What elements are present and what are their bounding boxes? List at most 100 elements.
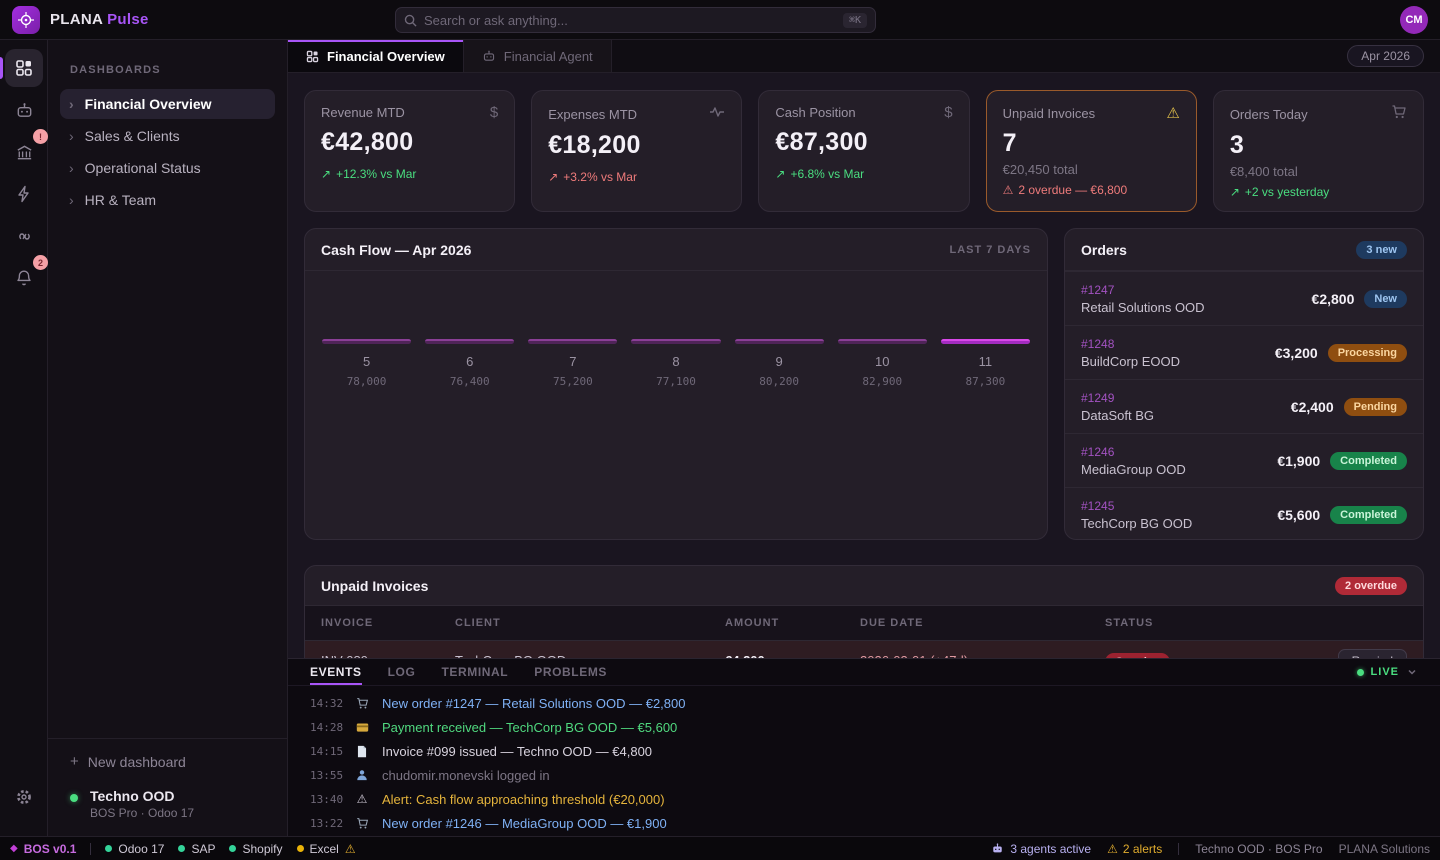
integration-odoo[interactable]: Odoo 17 xyxy=(105,842,164,856)
activity-icon xyxy=(709,104,725,124)
trend-up-icon: ↗ xyxy=(321,167,331,181)
kpi-value: 7 xyxy=(1003,129,1180,158)
sidebar-footer: + New dashboard Techno OOD BOS Pro · Odo… xyxy=(48,726,287,836)
rail-item-notifications[interactable]: 2 xyxy=(5,259,43,297)
kpi-subtitle: €20,450 total xyxy=(1003,162,1180,177)
rail-item-dashboards[interactable] xyxy=(5,49,43,87)
chart-column: 9 80,200 xyxy=(728,339,831,388)
order-row[interactable]: #1245 TechCorp BG OOD €5,600 Completed xyxy=(1065,487,1423,540)
tab-events[interactable]: EVENTS xyxy=(310,659,362,685)
chevron-right-icon: › xyxy=(69,128,74,144)
live-dot xyxy=(1357,669,1364,676)
tab-financial-overview[interactable]: Financial Overview xyxy=(288,40,464,72)
alerts-status[interactable]: ⚠ 2 alerts xyxy=(1107,842,1162,856)
avatar[interactable]: CM xyxy=(1400,6,1428,34)
rail-item-settings[interactable] xyxy=(15,788,33,806)
workspace-switcher[interactable]: Techno OOD BOS Pro · Odoo 17 xyxy=(70,788,265,820)
bos-version: ◆ BOS v0.1 xyxy=(10,842,76,856)
bar[interactable] xyxy=(735,339,824,344)
warning-icon: ⚠ xyxy=(1107,842,1118,856)
user-icon xyxy=(354,769,370,781)
tab-log[interactable]: LOG xyxy=(388,659,416,685)
chevron-down-icon xyxy=(1406,666,1418,678)
cart-icon xyxy=(1391,104,1407,124)
rail-item-agents[interactable] xyxy=(5,91,43,129)
workspace-subtitle: BOS Pro · Odoo 17 xyxy=(90,806,194,820)
event-row[interactable]: 14:28 Payment received — TechCorp BG OOD… xyxy=(288,715,1440,739)
event-row[interactable]: 13:55 chudomir.monevski logged in xyxy=(288,763,1440,787)
order-row[interactable]: #1247 Retail Solutions OOD €2,800 New xyxy=(1065,271,1423,325)
dashboard-content: Revenue MTD $ €42,800 ↗ +12.3% vs Mar Ex… xyxy=(288,73,1440,681)
order-row[interactable]: #1249 DataSoft BG €2,400 Pending xyxy=(1065,379,1423,433)
chart-column: 7 75,200 xyxy=(521,339,624,388)
sidebar-item-financial-overview[interactable]: › Financial Overview xyxy=(60,89,275,119)
global-search[interactable]: ⌘K xyxy=(395,7,876,33)
status-badge: Processing xyxy=(1328,344,1407,362)
sidebar-item-sales-clients[interactable]: › Sales & Clients xyxy=(60,121,275,151)
sidebar-item-hr-team[interactable]: › HR & Team xyxy=(60,185,275,215)
status-badge: Completed xyxy=(1330,506,1407,524)
bar[interactable] xyxy=(838,339,927,344)
trend-up-icon: ↗ xyxy=(775,167,785,181)
warning-icon: ⚠ xyxy=(345,842,356,856)
integration-excel[interactable]: Excel ⚠ xyxy=(297,842,356,856)
kpi-delta-text: +12.3% vs Mar xyxy=(336,167,416,181)
kpi-card-orders-today: Orders Today 3 €8,400 total ↗ +2 vs yest… xyxy=(1213,90,1424,212)
order-row[interactable]: #1248 BuildCorp EOOD €3,200 Processing xyxy=(1065,325,1423,379)
kpi-card-unpaid-invoices: Unpaid Invoices ⚠ 7 €20,450 total ⚠ 2 ov… xyxy=(986,90,1197,212)
kpi-value: €18,200 xyxy=(548,131,725,160)
rail-item-integrations[interactable] xyxy=(5,217,43,255)
workspace-name: Techno OOD xyxy=(90,788,194,804)
orders-title: Orders xyxy=(1081,242,1127,258)
sidebar-item-operational-status[interactable]: › Operational Status xyxy=(60,153,275,183)
credit-card-icon xyxy=(354,721,370,734)
bar-highlighted[interactable] xyxy=(941,339,1030,344)
kpi-subtitle: €8,400 total xyxy=(1230,164,1407,179)
event-row[interactable]: 14:32 New order #1247 — Retail Solutions… xyxy=(288,691,1440,715)
bar[interactable] xyxy=(631,339,720,344)
event-row[interactable]: 14:15 Invoice #099 issued — Techno OOD —… xyxy=(288,739,1440,763)
chart-column: 5 78,000 xyxy=(315,339,418,388)
bar[interactable] xyxy=(528,339,617,344)
statusbar-workspace: Techno OOD · BOS Pro xyxy=(1195,842,1322,856)
new-dashboard-button[interactable]: + New dashboard xyxy=(70,753,265,770)
zap-icon xyxy=(15,185,33,203)
document-icon xyxy=(354,745,370,758)
kpi-value: €42,800 xyxy=(321,128,498,157)
tab-problems[interactable]: PROBLEMS xyxy=(534,659,607,685)
order-row[interactable]: #1246 MediaGroup OOD €1,900 Completed xyxy=(1065,433,1423,487)
active-indicator xyxy=(0,57,3,79)
plus-icon: + xyxy=(70,753,79,770)
tab-financial-agent[interactable]: Financial Agent xyxy=(464,40,612,72)
kpi-delta-text: +6.8% vs Mar xyxy=(790,167,864,181)
status-badge: Pending xyxy=(1344,398,1407,416)
trend-up-icon: ↗ xyxy=(548,170,558,184)
events-panel: EVENTS LOG TERMINAL PROBLEMS LIVE 14:32 … xyxy=(288,658,1440,836)
bar[interactable] xyxy=(425,339,514,344)
integration-sap[interactable]: SAP xyxy=(178,842,215,856)
rail-item-bank[interactable]: ! xyxy=(5,133,43,171)
app-logo xyxy=(12,6,40,34)
live-toggle[interactable]: LIVE xyxy=(1357,666,1418,678)
event-row[interactable]: 13:40 ⚠ Alert: Cash flow approaching thr… xyxy=(288,787,1440,811)
robot-icon xyxy=(991,842,1004,855)
search-shortcut: ⌘K xyxy=(843,13,867,28)
dollar-icon: $ xyxy=(490,104,498,121)
bar[interactable] xyxy=(322,339,411,344)
link-icon xyxy=(15,227,34,246)
kpi-row: Revenue MTD $ €42,800 ↗ +12.3% vs Mar Ex… xyxy=(304,90,1424,212)
rail-item-automations[interactable] xyxy=(5,175,43,213)
trend-up-icon: ↗ xyxy=(1230,185,1240,199)
chart-range-label: LAST 7 DAYS xyxy=(949,244,1031,256)
integration-shopify[interactable]: Shopify xyxy=(229,842,282,856)
orders-new-badge: 3 new xyxy=(1356,241,1407,259)
kpi-delta-text: 2 overdue — €6,800 xyxy=(1018,183,1127,197)
status-dot-green xyxy=(178,845,185,852)
search-input[interactable] xyxy=(424,13,843,28)
cart-icon xyxy=(354,697,370,710)
tab-terminal[interactable]: TERMINAL xyxy=(441,659,508,685)
agents-active-status[interactable]: 3 agents active xyxy=(991,842,1091,856)
divider xyxy=(48,738,287,739)
dashboard-grid-icon xyxy=(15,59,33,77)
event-row[interactable]: 13:22 New order #1246 — MediaGroup OOD —… xyxy=(288,811,1440,835)
